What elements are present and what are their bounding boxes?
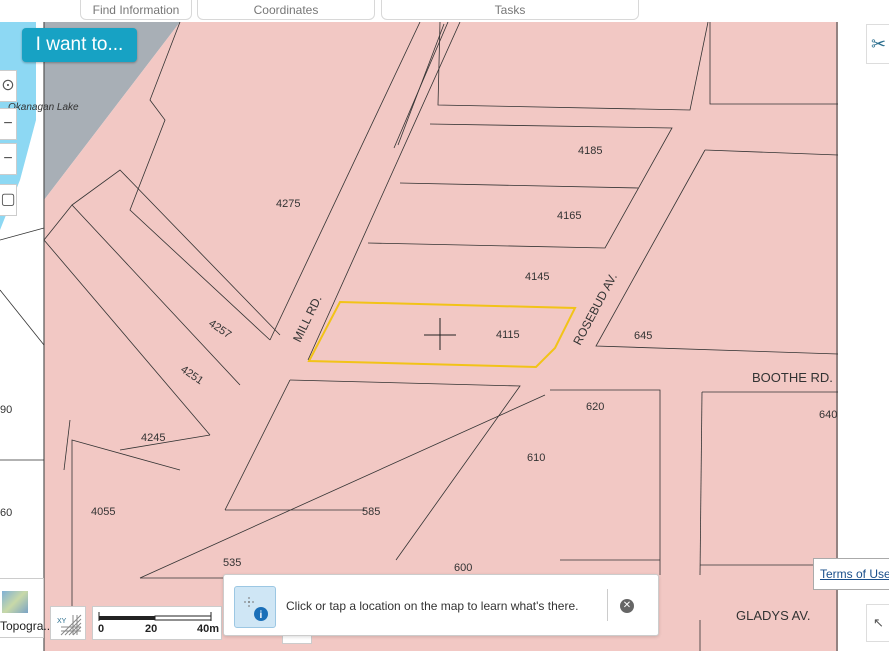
parcel-600: 600 [454, 562, 472, 574]
bookmark-icon[interactable]: ▢ [0, 184, 17, 216]
parcel-645: 645 [634, 330, 652, 342]
close-icon[interactable]: ✕ [620, 599, 634, 613]
zoom-out-icon[interactable]: − [0, 143, 17, 175]
parcel-90: 90 [0, 404, 12, 416]
zoom-in-icon[interactable]: − [0, 108, 17, 140]
identify-info-icon: i [234, 586, 276, 628]
parcel-4055: 4055 [91, 506, 115, 518]
svg-text:i: i [260, 610, 263, 621]
parcel-4245: 4245 [141, 432, 165, 444]
locate-icon[interactable]: ⊙ [0, 70, 17, 102]
parcel-4145: 4145 [525, 271, 549, 283]
basemap-label: Topogra... [0, 619, 54, 633]
svg-text:XY: XY [57, 618, 67, 625]
scale-bar: 0 20 40m [92, 606, 222, 640]
top-tab-bar: Find Information Coordinates Tasks [0, 0, 889, 22]
scale-label-mid: 20 [145, 623, 158, 635]
grid-toggle-button[interactable]: XY [50, 606, 86, 640]
parcel-620: 620 [586, 401, 604, 413]
tab-coordinates[interactable]: Coordinates [197, 0, 375, 20]
lake-label: Okanagan Lake [8, 102, 79, 113]
parcel-640: 640 [819, 409, 837, 421]
grid-icon: XY [57, 614, 82, 636]
parcel-4185: 4185 [578, 145, 602, 157]
tab-find-information[interactable]: Find Information [80, 0, 192, 20]
parcel-585: 585 [362, 506, 380, 518]
scale-label-max: 40m [197, 623, 220, 635]
parcel-610: 610 [527, 452, 545, 464]
parcel-region [44, 22, 838, 651]
street-label-gladys: GLADYS AV. [736, 608, 810, 623]
parcel-4165: 4165 [557, 210, 581, 222]
info-panel-divider [607, 589, 608, 621]
parcel-535: 535 [223, 557, 241, 569]
basemap-thumbnail [2, 591, 28, 613]
i-want-to-button[interactable]: I want to... [22, 28, 137, 62]
terms-of-use-panel: Terms of Use [813, 558, 889, 590]
street-label-boothe: BOOTHE RD. [752, 370, 833, 385]
parcel-4115: 4115 [496, 329, 520, 341]
tab-tasks[interactable]: Tasks [381, 0, 639, 20]
expand-arrow-icon[interactable]: ↖ [866, 604, 889, 642]
map-canvas[interactable]: Okanagan Lake MILL RD. ROSEBUD AV. BOOTH… [0, 22, 889, 651]
parcel-4275: 4275 [276, 198, 300, 210]
identify-info-message: Click or tap a location on the map to le… [286, 599, 579, 613]
terms-of-use-link[interactable]: Terms of Use [814, 559, 889, 581]
tools-icon[interactable]: ✂ [866, 24, 889, 64]
parcel-60: 60 [0, 507, 12, 519]
scale-label-zero: 0 [98, 623, 105, 635]
identify-info-panel: i Click or tap a location on the map to … [223, 574, 659, 636]
basemap-switcher[interactable]: Topogra... [0, 578, 53, 638]
